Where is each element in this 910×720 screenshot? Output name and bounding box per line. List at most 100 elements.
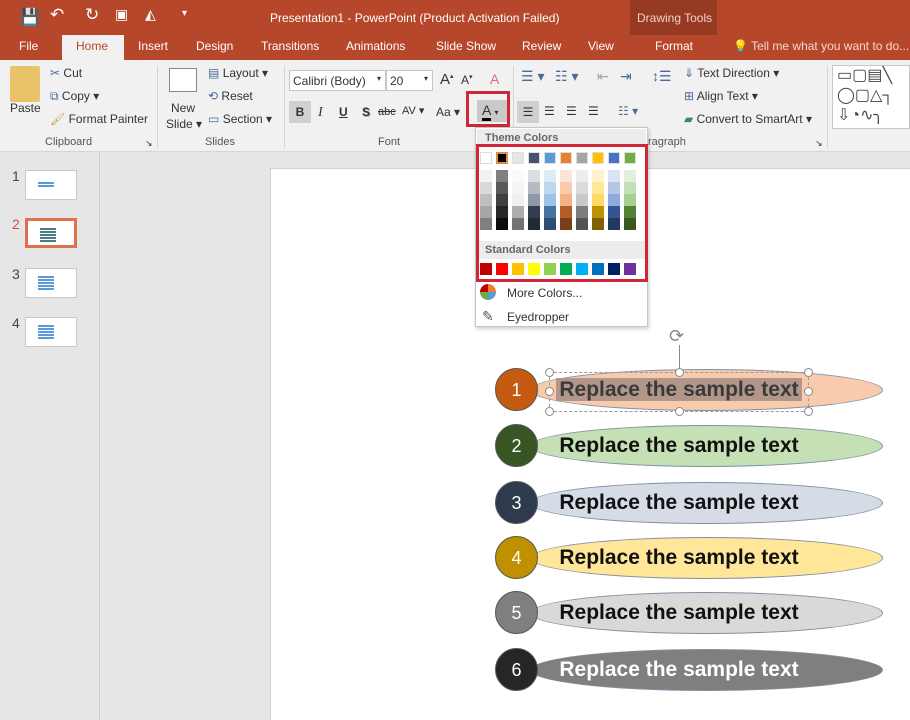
reset-button[interactable]: ⟲ Reset xyxy=(208,89,253,103)
tab-file[interactable]: File xyxy=(19,39,38,53)
slides-pane: 1 2 3 4 xyxy=(0,152,100,720)
change-case-button[interactable]: Aa ▾ xyxy=(436,105,460,119)
strikethrough-button[interactable]: abc xyxy=(378,106,396,118)
slide-thumbnail-1[interactable] xyxy=(25,170,77,200)
clear-formatting-icon[interactable]: A xyxy=(490,71,499,87)
align-right-button[interactable]: ☰ xyxy=(566,104,577,118)
item-text[interactable]: Replace the sample text xyxy=(530,482,828,524)
redo-icon[interactable]: ↻ xyxy=(85,5,99,25)
decrease-indent-icon[interactable]: ⇤ xyxy=(597,68,609,85)
eyedropper-icon: ✎ xyxy=(482,308,494,324)
item-number-circle[interactable]: 1 xyxy=(495,368,538,411)
character-spacing-button[interactable]: AV ▾ xyxy=(402,104,424,117)
tab-insert[interactable]: Insert xyxy=(138,39,168,53)
item-number-circle[interactable]: 4 xyxy=(495,536,538,579)
item-number-circle[interactable]: 6 xyxy=(495,648,538,691)
bold-button[interactable]: B xyxy=(289,101,311,123)
layout-button[interactable]: ▤ Layout ▾ xyxy=(208,66,268,80)
shapes-gallery[interactable]: ▭▢▤╲ ◯▢△┐ ⇩◔∿╮ xyxy=(832,65,910,129)
save-icon[interactable]: 💾 xyxy=(20,7,40,27)
item-text[interactable]: Replace the sample text xyxy=(530,592,828,634)
section-button[interactable]: ▭ Section ▾ xyxy=(208,112,272,126)
font-size-select[interactable]: 20 ▾ xyxy=(386,70,433,91)
align-text-button[interactable]: ⊞ Align Text ▾ xyxy=(684,89,758,103)
item-text[interactable]: Replace the sample text xyxy=(530,425,828,467)
resize-handle[interactable] xyxy=(675,407,684,416)
numbering-icon[interactable]: ☷ ▾ xyxy=(555,68,578,85)
tab-home[interactable]: Home xyxy=(76,39,108,53)
resize-handle[interactable] xyxy=(545,407,554,416)
resize-handle[interactable] xyxy=(545,387,554,396)
font-color-menu: Theme Colors Standard Colors More Colors… xyxy=(475,127,648,327)
fill-color-icon[interactable]: ◭ xyxy=(145,6,156,23)
italic-button[interactable]: I xyxy=(318,105,323,121)
underline-button[interactable]: U xyxy=(339,105,348,119)
slide-number: 4 xyxy=(12,315,20,331)
tell-me-search[interactable]: 💡 Tell me what you want to do... xyxy=(733,39,909,53)
justify-button[interactable]: ☰ xyxy=(588,104,599,118)
paste-icon[interactable] xyxy=(10,66,40,102)
shadow-button[interactable]: S xyxy=(362,105,370,119)
undo-icon[interactable]: ↶ xyxy=(50,5,64,25)
resize-handle[interactable] xyxy=(804,368,813,377)
text-direction-button[interactable]: ⇓ Text Direction ▾ xyxy=(684,66,779,80)
bullets-icon[interactable]: ☰ ▾ xyxy=(521,68,544,85)
brush-icon: 🖌 xyxy=(50,112,66,126)
drawing-tools-label: Drawing Tools xyxy=(637,11,713,25)
clipboard-group-label: Clipboard xyxy=(45,136,93,148)
item-number-circle[interactable]: 2 xyxy=(495,424,538,467)
copy-button[interactable]: ⧉ Copy ▾ xyxy=(50,89,99,104)
grow-font-icon[interactable]: A▴ xyxy=(440,71,454,88)
item-number-circle[interactable]: 3 xyxy=(495,481,538,524)
slide-number: 1 xyxy=(12,168,20,184)
tab-review[interactable]: Review xyxy=(522,39,561,53)
tab-transitions[interactable]: Transitions xyxy=(261,39,319,53)
item-text[interactable]: Replace the sample text xyxy=(530,537,828,579)
increase-indent-icon[interactable]: ⇥ xyxy=(620,68,632,85)
tab-view[interactable]: View xyxy=(588,39,614,53)
paragraph-dialog-launcher[interactable]: ↘ xyxy=(815,138,823,149)
format-painter-button[interactable]: 🖌 Format Painter xyxy=(50,112,148,126)
tab-slide-show[interactable]: Slide Show xyxy=(436,39,496,53)
new-slide-icon[interactable] xyxy=(169,68,197,92)
scissors-icon: ✂ xyxy=(50,66,61,80)
align-left-button[interactable]: ☰ xyxy=(517,101,539,123)
resize-handle[interactable] xyxy=(804,387,813,396)
item-text[interactable]: Replace the sample text xyxy=(530,649,828,691)
line-spacing-icon[interactable]: ↕☰ xyxy=(652,68,672,85)
text-direction-icon: ⇓ xyxy=(684,66,695,80)
slide-thumbnail-4[interactable] xyxy=(25,317,77,347)
highlight-box xyxy=(466,91,510,127)
start-slideshow-icon[interactable]: ▣ xyxy=(115,6,128,23)
tab-design[interactable]: Design xyxy=(196,39,233,53)
new-slide-dropdown[interactable]: Slide ▾ xyxy=(166,117,202,131)
selection-box[interactable] xyxy=(549,372,809,412)
resize-handle[interactable] xyxy=(804,407,813,416)
rotate-stem xyxy=(679,345,680,369)
rotate-handle-icon[interactable]: ⟳ xyxy=(669,326,684,347)
paste-button[interactable]: Paste xyxy=(10,101,41,115)
tab-format[interactable]: Format xyxy=(655,39,693,53)
reset-icon: ⟲ xyxy=(208,89,219,103)
resize-handle[interactable] xyxy=(545,368,554,377)
slide-thumbnail-2[interactable] xyxy=(25,218,77,248)
tab-animations[interactable]: Animations xyxy=(346,39,405,53)
paragraph-group-label: ragraph xyxy=(648,136,686,148)
ribbon: Paste ✂ Cut ⧉ Copy ▾ 🖌 Format Painter Cl… xyxy=(0,60,910,152)
font-name-select[interactable]: Calibri (Body) ▾ xyxy=(289,70,386,91)
item-number-circle[interactable]: 5 xyxy=(495,591,538,634)
eyedropper-item[interactable]: ✎ Eyedropper xyxy=(480,308,644,328)
cut-button[interactable]: ✂ Cut xyxy=(50,66,82,80)
align-center-button[interactable]: ☰ xyxy=(544,104,555,118)
shrink-font-icon[interactable]: A▾ xyxy=(461,73,473,87)
layout-icon: ▤ xyxy=(208,66,220,80)
customize-toolbar-icon[interactable]: ▾ xyxy=(182,8,187,19)
slide-thumbnail-3[interactable] xyxy=(25,268,77,298)
more-colors-item[interactable]: More Colors... xyxy=(480,284,644,304)
convert-smartart-button[interactable]: ▰ Convert to SmartArt ▾ xyxy=(684,112,812,126)
clipboard-dialog-launcher[interactable]: ↘ xyxy=(145,138,153,149)
resize-handle[interactable] xyxy=(675,368,684,377)
lightbulb-icon: 💡 xyxy=(733,39,748,53)
columns-button[interactable]: ☷ ▾ xyxy=(618,104,638,118)
new-slide-button[interactable]: New xyxy=(171,101,195,115)
